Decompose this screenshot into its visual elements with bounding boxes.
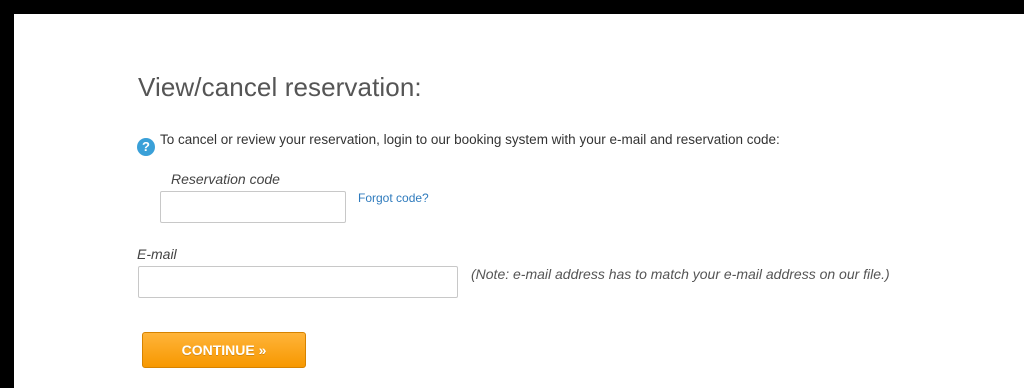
continue-button[interactable]: CONTINUE » bbox=[142, 332, 306, 368]
reservation-code-label: Reservation code bbox=[171, 171, 280, 187]
email-note: (Note: e-mail address has to match your … bbox=[471, 266, 890, 282]
email-input[interactable] bbox=[138, 266, 458, 298]
help-icon: ? bbox=[137, 138, 155, 156]
intro-text: To cancel or review your reservation, lo… bbox=[160, 132, 780, 147]
forgot-code-link[interactable]: Forgot code? bbox=[358, 191, 429, 205]
email-label: E-mail bbox=[137, 246, 177, 262]
reservation-code-input[interactable] bbox=[160, 191, 346, 223]
page-title: View/cancel reservation: bbox=[138, 72, 422, 102]
reservation-panel: View/cancel reservation: ? To cancel or … bbox=[14, 14, 1024, 388]
